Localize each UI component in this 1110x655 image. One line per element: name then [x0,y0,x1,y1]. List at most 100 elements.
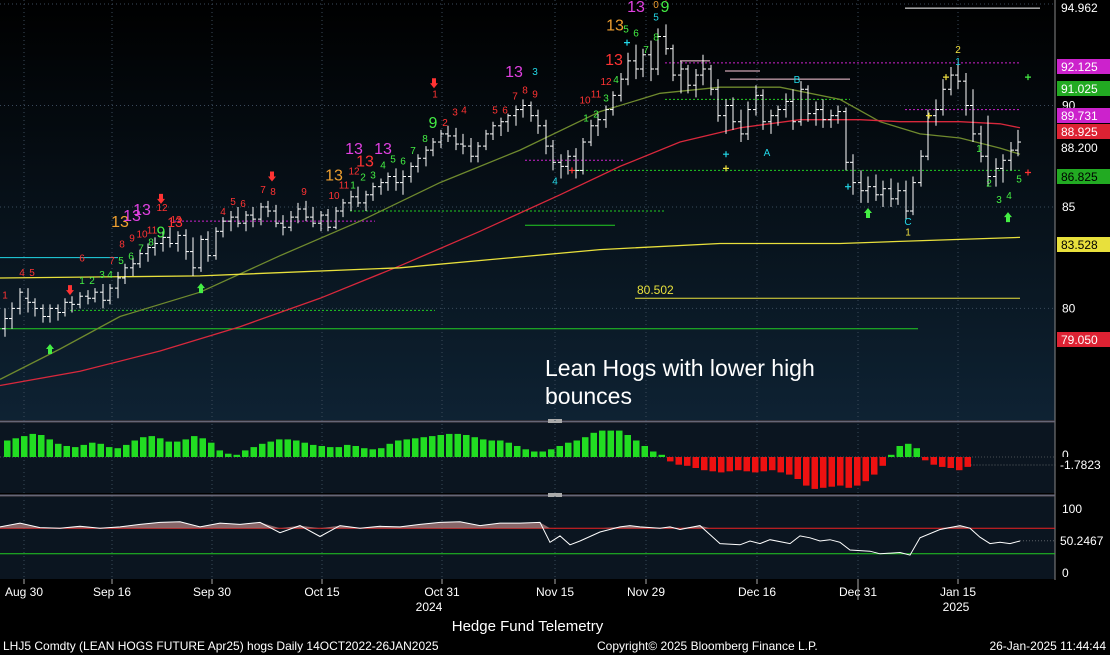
td-count-label: 2 [986,179,992,190]
price-tag-label: 94.962 [1061,1,1098,15]
macd-bar [505,442,512,457]
macd-bar [310,444,317,457]
macd-bar [97,443,104,457]
macd-bar [582,437,589,457]
macd-bar [12,438,19,457]
macd-bar [641,446,648,457]
td-count-label: 13 [345,141,363,158]
macd-bar [692,457,699,468]
td-count-label: B [794,75,801,86]
td-count-label: 5 [390,154,396,165]
macd-bar [633,440,640,457]
price-tag-label: 83.528 [1061,238,1098,252]
macd-bar [752,457,759,473]
td-count-label: 5 [623,24,629,35]
td-count-label: 10 [328,191,340,202]
td-count-label: 7 [109,256,115,267]
td-count-label: 1 [583,114,589,125]
watermark-title: Hedge Fund Telemetry [451,618,604,635]
rsi-last-value: 50.2467 [1060,534,1104,548]
macd-bar [361,448,368,457]
td-count-label: 8 [653,33,659,44]
macd-bar [905,443,912,457]
td-count-label: 8 [119,240,125,251]
price-tag: 86.825 [1057,169,1110,184]
macd-bar [930,457,937,465]
macd-bar [327,447,334,457]
td-count-label: 13 [170,215,182,226]
macd-bar [225,453,232,457]
rsi-tick-0: 0 [1062,566,1069,580]
macd-panel-fill [0,423,1055,493]
copyright-text: Copyright© 2025 Bloomberg Finance L.P. [597,639,818,653]
td-count-label: 12 [156,203,168,214]
macd-bar [46,439,53,457]
td-count-label: 4 [613,75,619,86]
td-count-label: 1 [905,227,911,238]
td-count-label: 8 [148,238,154,249]
macd-bar [21,436,28,457]
macd-bar [148,436,155,457]
chart-canvas: 80.502 14 561 23 47 5 678989 10 111213131313134… [0,0,1110,619]
macd-bar [879,457,886,466]
td-count-label: 13 [606,17,624,34]
td-count-label: 8 [270,187,276,198]
td-count-label: 7 [512,91,518,102]
macd-bar [182,439,189,457]
macd-bar [488,440,495,457]
td-count-label: 3 [99,270,105,281]
macd-bar [233,454,240,457]
td-count-label: 5 [230,197,236,208]
macd-bar [199,438,206,457]
td-count-label: 7 [138,244,144,255]
macd-bar [803,457,810,486]
macd-bar [369,449,376,457]
td-count-label: 6 [79,254,85,265]
price-tag-label: 89.731 [1061,109,1098,123]
price-tag-label: 86.825 [1061,170,1098,184]
macd-bar [531,451,538,457]
td-count-label: 3 [532,67,538,78]
price-tag: 83.528 [1057,237,1110,252]
macd-bar [939,457,946,467]
td-count-label: 1 [432,89,438,100]
price-tag: 94.962 [1057,0,1110,15]
macd-bar [344,444,351,457]
td-count-label: 13 [325,168,343,185]
macd-bar [131,440,138,457]
macd-bar [72,447,79,457]
macd-bar [174,441,181,457]
macd-bar [420,437,427,457]
annotation-line-1: Lean Hogs with lower high [545,355,815,381]
year-label-2025: 2025 [943,600,970,614]
macd-bar [497,440,504,457]
macd-bar [650,451,657,457]
td-count-label: 1 [976,144,982,155]
macd-bar [701,457,708,471]
macd-bar [709,457,716,472]
macd-bar [38,435,45,457]
td-count-label: A [764,148,771,159]
macd-bar [471,437,478,457]
macd-bar [352,446,359,457]
macd-bar [667,457,674,462]
td-count-label: 5 [1016,175,1022,186]
macd-bar [29,433,36,457]
macd-bar [208,442,215,457]
macd-bar [794,457,801,479]
macd-bar [947,457,954,468]
macd-bar [726,457,733,472]
td-count-label: 9 [661,0,670,16]
macd-bar [845,457,852,488]
td-count-label: 6 [240,199,246,210]
macd-bar [106,447,113,457]
macd-bar [480,439,487,457]
td-count-label: 5 [492,106,498,117]
macd-bar [242,450,249,457]
td-count-label: 3 [996,195,1002,206]
price-tag-label: 92.125 [1061,60,1098,74]
td-count-label: 9 [532,89,538,100]
price-tag: 92.125 [1057,59,1110,74]
macd-bar [157,438,164,457]
x-tick-label: Aug 30 [5,585,43,599]
